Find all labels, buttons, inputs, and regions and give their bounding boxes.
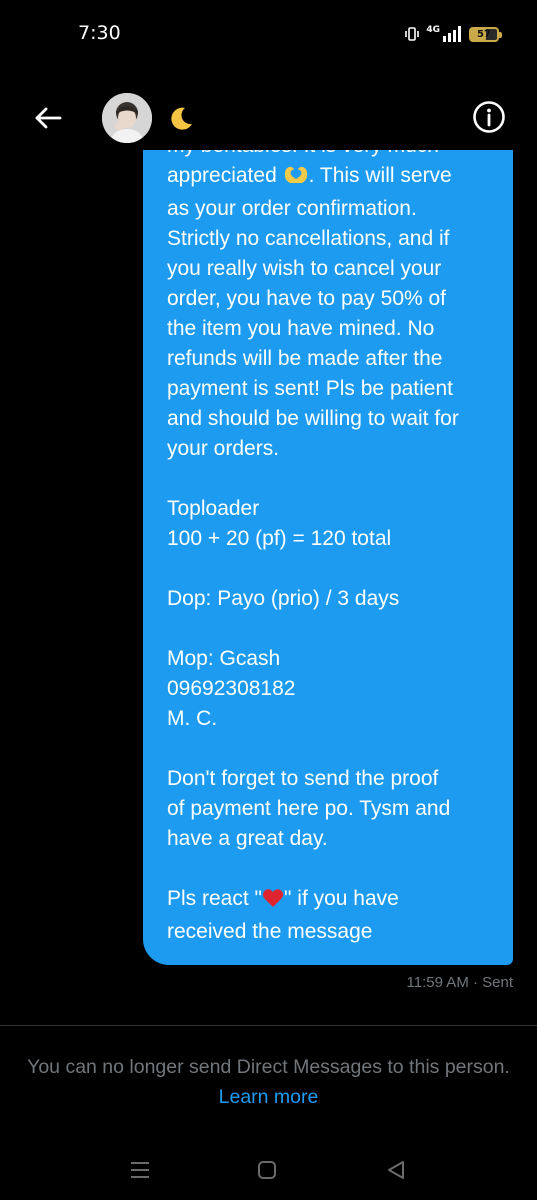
status-time: 7:30 — [78, 22, 121, 44]
message-line: Strictly no cancellations, and if — [167, 227, 450, 250]
home-square-icon — [258, 1161, 276, 1179]
message-line: Pls react " " if you have — [167, 884, 499, 917]
back-triangle-icon — [388, 1161, 404, 1179]
system-navigation-bar — [0, 1140, 537, 1200]
status-icons: 4G 57 — [404, 24, 502, 44]
back-button[interactable] — [30, 100, 66, 136]
message-line: and should be willing to wait for — [167, 407, 459, 430]
arrow-left-icon — [35, 107, 62, 129]
composer-divider — [0, 1025, 537, 1026]
message-line: payment is sent! Pls be patient — [167, 377, 453, 400]
message-line: have a great day. — [167, 827, 328, 850]
message-line: as your order confirmation. — [167, 197, 417, 220]
message-line: my bentables! It is very much — [167, 150, 499, 161]
avatar-photo — [102, 93, 152, 143]
dm-restriction-notice: You can no longer send Direct Messages t… — [20, 1052, 517, 1112]
message-line: the item you have mined. No — [167, 317, 435, 340]
message-bubble[interactable]: my bentables! It is very much appreciate… — [143, 150, 513, 965]
battery-icon: 57 — [469, 26, 502, 42]
message-line: 09692308182 — [167, 677, 296, 700]
message-timestamp: 11:59 AM · Sent — [406, 974, 513, 991]
battery-level: 57 — [477, 28, 491, 40]
message-line: 100 + 20 (pf) = 120 total — [167, 527, 392, 550]
notice-text: You can no longer send Direct Messages t… — [27, 1056, 510, 1078]
recents-button[interactable] — [128, 1158, 152, 1182]
recents-menu-icon — [131, 1162, 149, 1178]
message-line: Toploader — [167, 497, 260, 520]
info-circle-icon — [473, 101, 505, 133]
network-type-label: 4G — [426, 25, 440, 35]
message-line: order, you have to pay 50% of — [167, 287, 447, 310]
contact-avatar[interactable] — [102, 93, 152, 143]
heart-hands-emoji-icon — [283, 163, 309, 194]
message-text: . This will serve — [308, 164, 452, 187]
message-text: Pls react " — [167, 887, 262, 910]
moon-icon[interactable] — [166, 104, 196, 134]
message-line: you really wish to cancel your — [167, 257, 442, 280]
message-line: your orders. — [167, 437, 280, 460]
red-heart-emoji-icon — [262, 887, 284, 917]
vibrate-icon — [404, 26, 420, 42]
info-button[interactable] — [470, 98, 508, 136]
conversation-header — [0, 86, 537, 150]
message-line: Mop: Gcash — [167, 647, 281, 670]
message-line: refunds will be made after the — [167, 347, 443, 370]
message-line: M. C. — [167, 707, 218, 730]
message-text: appreciated — [167, 164, 277, 187]
message-line: received the message — [167, 920, 373, 943]
home-button[interactable] — [255, 1158, 279, 1182]
message-line: Don't forget to send the proof — [167, 767, 439, 790]
system-back-button[interactable] — [384, 1158, 408, 1182]
message-line: appreciated . This will serve — [167, 161, 499, 194]
message-text: " if you have — [283, 887, 399, 910]
status-bar: 7:30 4G 57 — [0, 0, 537, 68]
learn-more-link[interactable]: Learn more — [219, 1086, 319, 1108]
message-line: Dop: Payo (prio) / 3 days — [167, 587, 400, 610]
message-list[interactable]: my bentables! It is very much appreciate… — [0, 150, 537, 1022]
signal-icon — [443, 26, 463, 42]
message-line: of payment here po. Tysm and — [167, 797, 451, 820]
